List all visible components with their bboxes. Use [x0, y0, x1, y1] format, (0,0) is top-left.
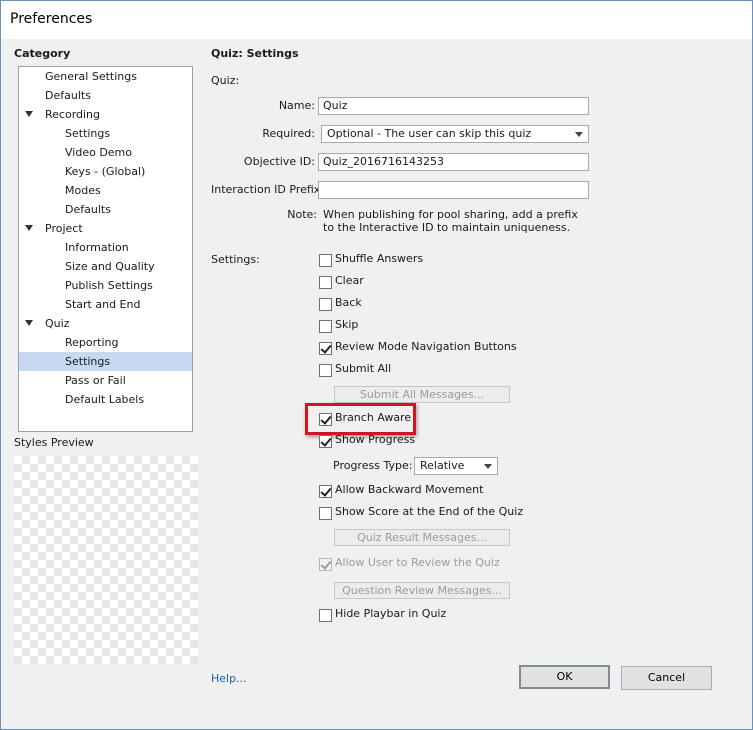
allow-review-label: Allow User to Review the Quiz — [335, 556, 500, 569]
category-item-defaults[interactable]: Defaults — [19, 86, 192, 105]
hide-playbar-label: Hide Playbar in Quiz — [335, 607, 447, 620]
interaction-prefix-field[interactable] — [318, 181, 589, 199]
allow-backward-checkbox[interactable] — [319, 485, 332, 498]
category-item-recording[interactable]: Recording — [19, 105, 192, 124]
category-item-information[interactable]: Information — [19, 238, 192, 257]
clear-checkbox[interactable] — [319, 276, 332, 289]
skip-label: Skip — [335, 318, 359, 331]
progress-type-label: Progress Type: — [333, 459, 413, 472]
name-label: Name: — [278, 99, 315, 112]
allow-review-checkbox[interactable] — [319, 558, 332, 571]
category-item-size-and-quality[interactable]: Size and Quality — [19, 257, 192, 276]
category-item-label: Video Demo — [65, 146, 132, 159]
cancel-button[interactable]: Cancel — [621, 666, 712, 690]
question-review-messages-button[interactable]: Question Review Messages... — [334, 582, 510, 599]
category-item-label: Project — [45, 222, 83, 235]
category-item-label: Default Labels — [65, 393, 145, 406]
category-item-default-labels[interactable]: Default Labels — [19, 390, 192, 409]
submit-all-messages-button[interactable]: Submit All Messages... — [334, 386, 510, 403]
category-item-label: Pass or Fail — [65, 374, 126, 387]
required-label: Required: — [262, 127, 315, 140]
hide-playbar-checkbox[interactable] — [319, 609, 332, 622]
title-bar: Preferences — [1, 1, 752, 39]
show-score-checkbox[interactable] — [319, 507, 332, 520]
styles-preview-label: Styles Preview — [14, 436, 94, 449]
ok-button[interactable]: OK — [519, 665, 610, 689]
note-line-2: to the Interactive ID to maintain unique… — [323, 221, 571, 234]
category-item-label: Defaults — [65, 203, 111, 216]
clear-label: Clear — [335, 274, 364, 287]
category-item-label: Start and End — [65, 298, 141, 311]
category-item-settings[interactable]: Settings — [19, 124, 192, 143]
category-item-publish-settings[interactable]: Publish Settings — [19, 276, 192, 295]
required-select-value: Optional - The user can skip this quiz — [327, 127, 532, 140]
back-label: Back — [335, 296, 362, 309]
category-item-label: Size and Quality — [65, 260, 155, 273]
preferences-dialog: Preferences Category General Settings Def… — [0, 0, 753, 730]
category-item-pass-or-fail[interactable]: Pass or Fail — [19, 371, 192, 390]
category-item-keys-global[interactable]: Keys - (Global) — [19, 162, 192, 181]
category-item-label: Recording — [45, 108, 101, 121]
required-select[interactable]: Optional - The user can skip this quiz — [321, 125, 589, 143]
category-item-label: Quiz — [45, 317, 70, 330]
styles-preview-canvas — [14, 456, 198, 664]
category-tree[interactable]: General Settings Defaults Recording Setting… — [18, 66, 193, 432]
branch-aware-highlight-box — [305, 403, 416, 435]
category-item-label: Keys - (Global) — [65, 165, 146, 178]
chevron-down-icon — [575, 132, 583, 137]
quiz-section-label: Quiz: — [211, 74, 240, 87]
settings-label: Settings: — [211, 253, 260, 266]
category-item-start-and-end[interactable]: Start and End — [19, 295, 192, 314]
objective-id-label: Objective ID: — [243, 155, 315, 168]
category-item-label: Information — [65, 241, 129, 254]
submit-all-checkbox[interactable] — [319, 364, 332, 377]
window-title: Preferences — [10, 11, 93, 27]
expand-toggle-icon[interactable] — [25, 225, 33, 231]
category-item-label: Settings — [65, 127, 111, 140]
category-item-label: General Settings — [45, 70, 137, 83]
back-checkbox[interactable] — [319, 298, 332, 311]
category-item-label: Publish Settings — [65, 279, 153, 292]
chevron-down-icon — [484, 464, 492, 469]
category-item-modes[interactable]: Modes — [19, 181, 192, 200]
category-item-video-demo[interactable]: Video Demo — [19, 143, 192, 162]
category-item-reporting[interactable]: Reporting — [19, 333, 192, 352]
name-field[interactable]: Quiz — [318, 97, 589, 115]
progress-type-select[interactable]: Relative — [414, 457, 498, 475]
interaction-prefix-label: Interaction ID Prefix: — [211, 183, 325, 196]
skip-checkbox[interactable] — [319, 320, 332, 333]
category-heading: Category — [14, 47, 71, 60]
submit-all-label: Submit All — [335, 362, 392, 375]
show-progress-checkbox[interactable] — [319, 435, 332, 448]
expand-toggle-icon[interactable] — [25, 111, 33, 117]
quiz-result-messages-button[interactable]: Quiz Result Messages... — [334, 529, 510, 546]
category-item-project[interactable]: Project — [19, 219, 192, 238]
category-item-settings[interactable]: Settings — [19, 352, 192, 371]
category-item-label: Reporting — [65, 336, 119, 349]
category-item-label: Modes — [65, 184, 101, 197]
category-item-defaults[interactable]: Defaults — [19, 200, 192, 219]
category-item-general-settings[interactable]: General Settings — [19, 67, 192, 86]
category-item-label: Defaults — [45, 89, 91, 102]
expand-toggle-icon[interactable] — [25, 320, 33, 326]
review-mode-nav-checkbox[interactable] — [319, 342, 332, 355]
shuffle-answers-label: Shuffle Answers — [335, 252, 424, 265]
progress-type-value: Relative — [420, 459, 465, 472]
review-mode-nav-label: Review Mode Navigation Buttons — [335, 340, 517, 353]
objective-id-field[interactable]: Quiz_2016716143253 — [318, 153, 589, 171]
allow-backward-label: Allow Backward Movement — [335, 483, 484, 496]
help-link[interactable]: Help... — [211, 672, 247, 685]
shuffle-answers-checkbox[interactable] — [319, 254, 332, 267]
note-label: Note: — [287, 208, 317, 221]
panel-title: Quiz: Settings — [211, 47, 299, 60]
show-progress-label: Show Progress — [335, 433, 416, 446]
category-item-label: Settings — [65, 355, 111, 368]
show-score-label: Show Score at the End of the Quiz — [335, 505, 524, 518]
category-item-quiz[interactable]: Quiz — [19, 314, 192, 333]
note-line-1: When publishing for pool sharing, add a … — [323, 208, 578, 221]
